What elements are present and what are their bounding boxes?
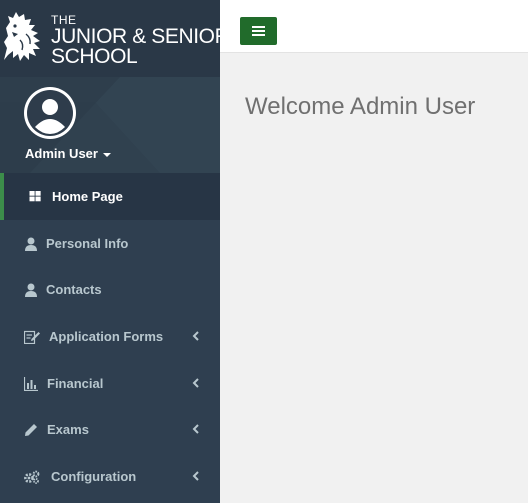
sidebar-item-label: Contacts xyxy=(46,282,102,298)
sidebar-item-exams[interactable]: Exams xyxy=(0,406,220,453)
top-navbar xyxy=(220,0,528,53)
sidebar-item-application-forms[interactable]: Application Forms xyxy=(0,313,220,360)
chevron-left-icon xyxy=(192,378,199,388)
edit-form-icon xyxy=(24,330,40,345)
user-panel: Admin User xyxy=(0,77,220,173)
brand-line-2: JUNIOR & SENIOR xyxy=(51,25,220,48)
user-icon xyxy=(25,237,37,251)
sidebar-item-financial[interactable]: Financial xyxy=(0,360,220,407)
sidebar-item-label: Financial xyxy=(47,375,104,391)
user-menu-toggle[interactable]: Admin User xyxy=(25,146,111,161)
sidebar-item-label: Personal Info xyxy=(46,235,129,251)
sidebar-item-label: Exams xyxy=(47,422,89,438)
main-content: Welcome Admin User xyxy=(220,53,528,503)
page-title: Welcome Admin User xyxy=(245,93,476,120)
sidebar-item-contacts[interactable]: Contacts xyxy=(0,266,220,313)
user-avatar-icon[interactable] xyxy=(24,87,76,139)
sidebar-menu: Home Page Personal Info Contacts Applica… xyxy=(0,173,220,500)
chevron-left-icon xyxy=(192,471,199,481)
brand-line-3: SCHOOL xyxy=(51,45,138,68)
sidebar-item-configuration[interactable]: Configuration xyxy=(0,453,220,500)
cogs-icon xyxy=(24,470,40,485)
sidebar-item-label: Application Forms xyxy=(49,329,164,345)
bar-chart-icon xyxy=(24,376,38,391)
brand-logo[interactable]: THE JUNIOR & SENIOR SCHOOL xyxy=(0,0,220,77)
pencil-icon xyxy=(25,424,37,437)
lion-rampant-icon xyxy=(4,12,40,61)
caret-down-icon xyxy=(102,152,111,157)
user-name: Admin User xyxy=(25,146,98,161)
sidebar-item-home-page[interactable]: Home Page xyxy=(0,173,220,220)
brand-name: THE JUNIOR & SENIOR SCHOOL xyxy=(51,14,220,67)
sidebar: THE JUNIOR & SENIOR SCHOOL Admin User Ho… xyxy=(0,0,220,503)
grid-icon xyxy=(29,191,41,202)
chevron-left-icon xyxy=(192,331,199,341)
chevron-left-icon xyxy=(192,424,199,435)
sidebar-item-label: Configuration xyxy=(51,469,137,485)
sidebar-item-label: Home Page xyxy=(52,189,123,204)
hamburger-icon xyxy=(252,26,265,36)
sidebar-item-personal-info[interactable]: Personal Info xyxy=(0,220,220,267)
user-icon xyxy=(25,283,37,298)
sidebar-toggle-button[interactable] xyxy=(240,17,277,45)
